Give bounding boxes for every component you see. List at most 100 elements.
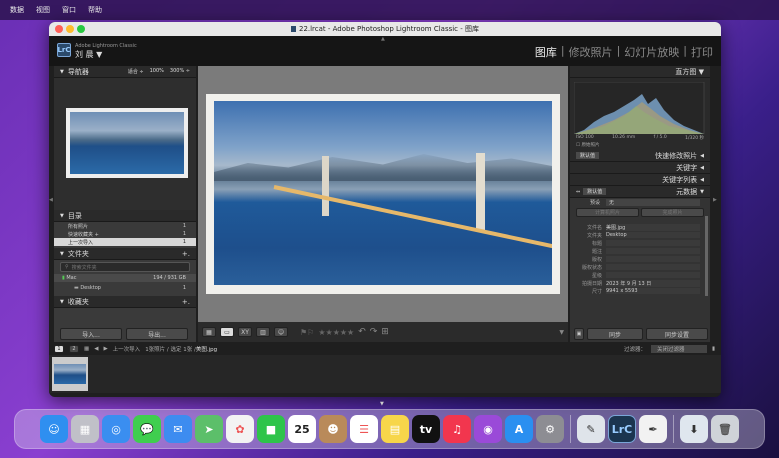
maps-icon[interactable]: ➤ xyxy=(195,415,223,443)
system-settings-icon[interactable]: ⚙ xyxy=(536,415,564,443)
sync-settings-button[interactable]: 同步设置 xyxy=(646,328,708,340)
collections-header[interactable]: ▼ 收藏夹 +. xyxy=(54,296,196,308)
menu-item-window[interactable]: 窗口 xyxy=(62,5,76,15)
metadata-done-button[interactable]: 完成照片 xyxy=(641,208,704,217)
left-panel-toggle-icon[interactable]: ◀ xyxy=(49,197,53,203)
menu-item-view[interactable]: 视图 xyxy=(36,5,50,15)
photos-icon[interactable]: ✿ xyxy=(226,415,254,443)
contacts-icon[interactable]: ☻ xyxy=(319,415,347,443)
downloads-icon[interactable]: ⬇ xyxy=(680,415,708,443)
zoom-window-button[interactable] xyxy=(77,25,85,33)
auto-sync-toggle-icon[interactable]: ▣ xyxy=(574,328,584,340)
module-print[interactable]: 打印 xyxy=(691,44,713,60)
quick-develop-header[interactable]: 默认值 快速修改照片 ◀ xyxy=(570,150,710,162)
close-window-button[interactable] xyxy=(55,25,63,33)
mail-icon[interactable]: ✉ xyxy=(164,415,192,443)
safari-icon[interactable]: ◎ xyxy=(102,415,130,443)
crop-icon[interactable]: ⊞ xyxy=(381,327,389,337)
folder-row[interactable]: ▬ Desktop 1 xyxy=(54,284,196,292)
second-monitor-button[interactable]: 2 xyxy=(69,345,79,353)
grid-view-icon[interactable]: ▦ xyxy=(202,327,216,337)
music-icon[interactable]: ♫ xyxy=(443,415,471,443)
tv-icon[interactable]: tv xyxy=(412,415,440,443)
loupe-view-icon[interactable]: ▭ xyxy=(220,327,234,337)
add-folder-button[interactable]: +. xyxy=(182,250,190,258)
rotate-right-icon[interactable]: ↷ xyxy=(370,327,378,337)
menu-item-help[interactable]: 帮助 xyxy=(88,5,102,15)
import-button[interactable]: 导入... xyxy=(60,328,122,340)
menu-item-data[interactable]: 数据 xyxy=(10,5,24,15)
podcasts-icon[interactable]: ◉ xyxy=(474,415,502,443)
original-photo-checkbox[interactable]: ☐ 原始照片 xyxy=(576,142,599,148)
people-view-icon[interactable]: ☺ xyxy=(274,327,288,337)
navigator-header[interactable]: ▼ 导航器 适合 ÷ 100% 300% ÷ xyxy=(54,66,196,78)
zoom-100[interactable]: 100% xyxy=(150,68,164,75)
folders-header[interactable]: ▼ 文件夹 +. xyxy=(54,248,196,260)
preset-value[interactable]: 无 xyxy=(606,198,700,206)
filmstrip-filename[interactable]: 美图.jpg xyxy=(196,345,217,353)
minimize-window-button[interactable] xyxy=(66,25,74,33)
preview-icon[interactable]: ✎ xyxy=(577,415,605,443)
metadata-toggle-icon[interactable]: ⇔ xyxy=(576,189,580,195)
compare-view-icon[interactable]: XY xyxy=(238,327,252,337)
toolbar-menu-icon[interactable]: ▼ xyxy=(559,329,564,336)
facetime-icon[interactable]: ■ xyxy=(257,415,285,443)
field-value[interactable] xyxy=(606,240,700,246)
catalog-item-quick[interactable]: 快速收藏夹 + 1 xyxy=(54,230,196,238)
textedit-icon[interactable]: ✒ xyxy=(639,415,667,443)
volume-row[interactable]: ▮ Mac 194 / 931 GB xyxy=(54,274,196,282)
catalog-item-last-import[interactable]: 上一次导入 1 xyxy=(54,238,196,246)
lightroom-classic-icon[interactable]: LrC xyxy=(608,415,636,443)
export-button[interactable]: 导出... xyxy=(126,328,188,340)
reminders-icon[interactable]: ☰ xyxy=(350,415,378,443)
user-name[interactable]: 刘 晨 ▼ xyxy=(75,49,102,60)
keyword-list-header[interactable]: 关键字列表 ◀ xyxy=(570,174,710,186)
field-value[interactable] xyxy=(606,272,700,278)
source-breadcrumb[interactable]: 上一次导入 xyxy=(113,345,141,353)
main-monitor-button[interactable]: 1 xyxy=(54,345,64,353)
zoom-fit[interactable]: 适合 ÷ xyxy=(128,68,144,75)
field-value[interactable] xyxy=(606,264,700,270)
top-panel-toggle-icon[interactable]: ▲ xyxy=(381,36,385,42)
filmstrip-thumbnail[interactable] xyxy=(52,357,88,391)
right-panel-toggle-icon[interactable]: ▶ xyxy=(713,197,717,203)
filmstrip-toggle-icon[interactable]: ▼ xyxy=(380,401,384,407)
right-panel-scrollbar[interactable] xyxy=(705,216,708,296)
survey-view-icon[interactable]: ▥ xyxy=(256,327,270,337)
forward-arrow-icon[interactable]: ▶ xyxy=(103,346,107,352)
catalog-header[interactable]: ▼ 目录 xyxy=(54,210,196,222)
folder-search-field[interactable]: ⚲ 搜索文件夹 xyxy=(60,262,190,272)
back-arrow-icon[interactable]: ◀ xyxy=(94,346,98,352)
filter-select[interactable]: 关闭过滤器 xyxy=(650,345,707,353)
notes-icon[interactable]: ▤ xyxy=(381,415,409,443)
field-value[interactable]: Desktop xyxy=(606,232,700,238)
flag-icons[interactable]: ⚑⚐ xyxy=(300,328,314,337)
launchpad-icon[interactable]: ▦ xyxy=(71,415,99,443)
catalog-item-all[interactable]: 所有照片 1 xyxy=(54,222,196,230)
keywording-header[interactable]: 关键字 ◀ xyxy=(570,162,710,174)
calendar-icon[interactable]: 25 xyxy=(288,415,316,443)
photo-frame[interactable] xyxy=(206,94,560,294)
histogram-header[interactable]: 直方图 ▼ xyxy=(570,66,710,78)
field-value[interactable] xyxy=(606,256,700,262)
rotate-left-icon[interactable]: ↶ xyxy=(358,327,366,337)
add-collection-button[interactable]: +. xyxy=(182,298,190,306)
field-value[interactable] xyxy=(606,248,700,254)
trash-icon[interactable]: 🗑 xyxy=(711,415,739,443)
module-slideshow[interactable]: 幻灯片放映 xyxy=(624,44,679,60)
finder-icon[interactable]: ☺ xyxy=(40,415,68,443)
grid-icon[interactable]: ▦ xyxy=(84,346,89,352)
metadata-preset[interactable]: 默认值 xyxy=(583,188,607,195)
sync-button[interactable]: 同步 xyxy=(587,328,643,340)
zoom-300[interactable]: 300% ÷ xyxy=(170,68,190,75)
metadata-photo-button[interactable]: 计算机照片 xyxy=(576,208,639,217)
filter-lock-icon[interactable]: ▮ xyxy=(712,346,715,352)
messages-icon[interactable]: 💬 xyxy=(133,415,161,443)
app-store-icon[interactable]: A xyxy=(505,415,533,443)
star-rating[interactable]: ★★★★★ xyxy=(318,328,354,337)
field-value[interactable]: 美图.jpg xyxy=(606,223,700,231)
navigator-thumbnail[interactable] xyxy=(66,108,188,178)
metadata-header[interactable]: ⇔ 默认值 元数据 ▼ xyxy=(570,186,710,198)
quick-develop-preset[interactable]: 默认值 xyxy=(576,152,600,159)
module-library[interactable]: 图库 xyxy=(535,44,557,60)
